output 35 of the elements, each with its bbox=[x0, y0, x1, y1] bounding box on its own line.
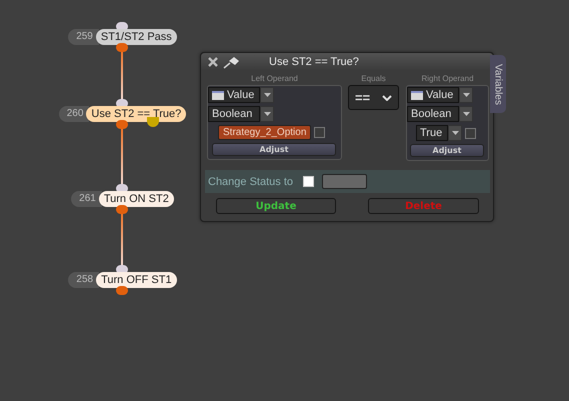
value-icon bbox=[212, 90, 224, 100]
checkbox[interactable] bbox=[303, 176, 314, 187]
variable-field[interactable]: Strategy_2_Option bbox=[218, 125, 312, 140]
node-label[interactable]: Turn OFF ST1 bbox=[96, 272, 177, 288]
adjust-button[interactable]: Adjust bbox=[410, 144, 484, 157]
status-field[interactable] bbox=[322, 174, 368, 189]
close-icon[interactable] bbox=[207, 56, 219, 68]
adjust-button[interactable]: Adjust bbox=[212, 143, 336, 156]
status-label: Change Status to bbox=[208, 176, 294, 188]
node-label[interactable]: ST1/ST2 Pass bbox=[96, 29, 177, 45]
section-heading: Equals bbox=[361, 73, 386, 85]
update-button[interactable]: Update bbox=[216, 198, 336, 214]
output-port[interactable] bbox=[116, 43, 128, 52]
node-number: 259 bbox=[68, 29, 99, 45]
node-label[interactable]: Use ST2 == True? bbox=[86, 106, 186, 122]
checkbox[interactable] bbox=[314, 127, 326, 138]
pin-icon[interactable] bbox=[223, 55, 241, 69]
node-number: 258 bbox=[68, 272, 100, 288]
caret-icon bbox=[448, 125, 462, 141]
caret-icon bbox=[459, 106, 473, 122]
section-heading: Left Operand bbox=[251, 73, 298, 85]
node-number: 260 bbox=[58, 106, 90, 122]
output-port[interactable] bbox=[116, 286, 128, 295]
value-icon bbox=[411, 90, 423, 100]
output-port[interactable] bbox=[116, 120, 128, 129]
chevron-icon bbox=[382, 94, 392, 100]
output-port[interactable] bbox=[116, 205, 128, 214]
variables-tab[interactable]: Variables bbox=[490, 55, 506, 113]
section-heading: Right Operand bbox=[421, 73, 474, 85]
checkbox[interactable] bbox=[465, 128, 476, 138]
operator-select[interactable]: == bbox=[348, 85, 399, 110]
node-number: 261 bbox=[71, 191, 102, 207]
node-label[interactable]: Turn ON ST2 bbox=[98, 191, 174, 207]
caret-icon bbox=[260, 106, 274, 122]
dialog-title: Use ST2 == True? bbox=[269, 56, 359, 68]
